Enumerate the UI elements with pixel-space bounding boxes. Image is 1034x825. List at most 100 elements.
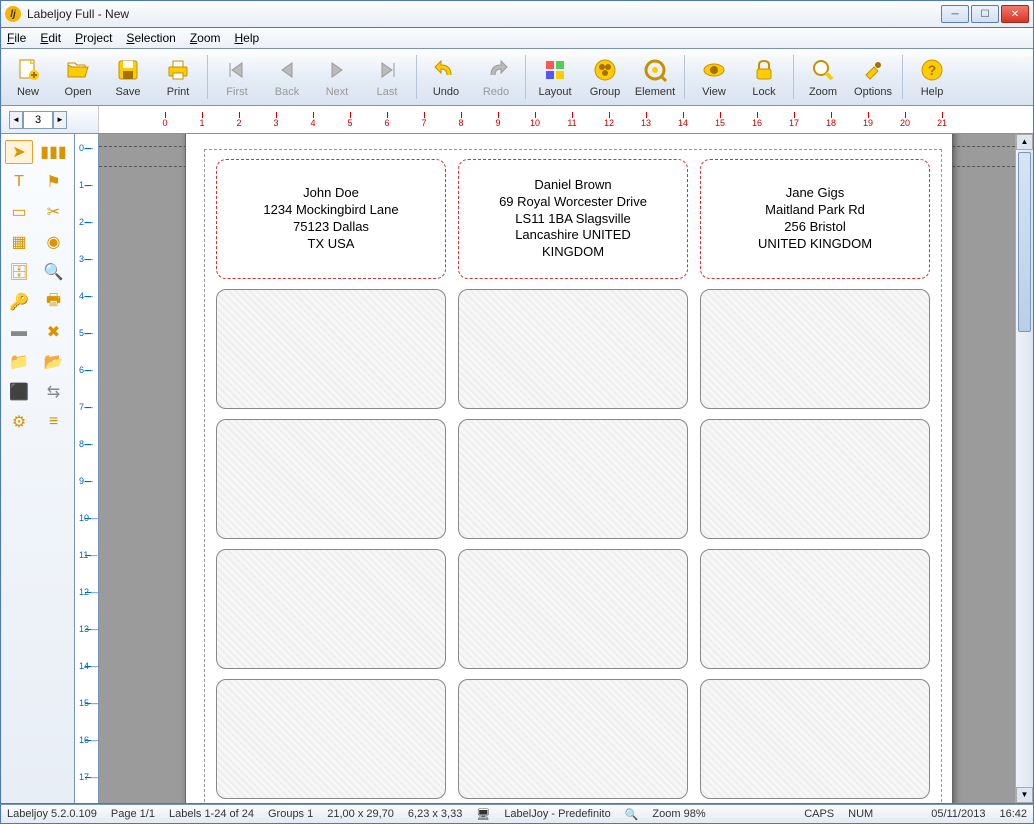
barcode-tool[interactable]: ▮▮▮: [40, 140, 68, 164]
scroll-thumb[interactable]: [1018, 152, 1031, 332]
save-icon: [114, 56, 142, 84]
label-cell-empty[interactable]: [700, 419, 930, 539]
first-label: First: [226, 86, 247, 98]
undo-label: Undo: [433, 86, 459, 98]
label-cell-filled[interactable]: Daniel Brown 69 Royal Worcester Drive LS…: [458, 159, 688, 279]
label-cell-empty[interactable]: [700, 679, 930, 799]
search-tool[interactable]: 🔍: [40, 260, 68, 284]
book-tool[interactable]: 📂: [40, 350, 68, 374]
element-icon: [641, 56, 669, 84]
next-button[interactable]: Next: [312, 51, 362, 103]
label-cell-empty[interactable]: [458, 549, 688, 669]
label-cell-empty[interactable]: [700, 549, 930, 669]
lock-button[interactable]: Lock: [739, 51, 789, 103]
new-button[interactable]: New: [3, 51, 53, 103]
first-icon: [223, 56, 251, 84]
back-label: Back: [275, 86, 299, 98]
close-button[interactable]: ✕: [1001, 5, 1029, 23]
gear-tool[interactable]: ⚙: [5, 410, 33, 434]
first-button[interactable]: First: [212, 51, 262, 103]
status-time: 16:42: [999, 808, 1027, 820]
label-tool[interactable]: ▭: [5, 200, 33, 224]
view-button[interactable]: View: [689, 51, 739, 103]
cylinder-tool[interactable]: ◉: [40, 230, 68, 254]
new-icon: [14, 56, 42, 84]
scroll-down-button[interactable]: ▼: [1016, 787, 1033, 803]
status-version: Labeljoy 5.2.0.109: [7, 808, 97, 820]
last-label: Last: [377, 86, 398, 98]
layout-button[interactable]: Layout: [530, 51, 580, 103]
page-prev-arrow[interactable]: ◄: [9, 111, 23, 129]
key-tool[interactable]: 🔑: [5, 290, 33, 314]
status-zoom-icon: 🔍: [625, 808, 639, 821]
tag-tool[interactable]: ⬛: [5, 380, 33, 404]
next-icon: [323, 56, 351, 84]
db-tool[interactable]: 🗄: [5, 260, 33, 284]
group-button[interactable]: Group: [580, 51, 630, 103]
main-toolbar: New Open Save Print First Back Next Last…: [0, 48, 1034, 106]
label-cell-empty[interactable]: [216, 549, 446, 669]
label-cell-filled[interactable]: Jane Gigs Maitland Park Rd 256 Bristol U…: [700, 159, 930, 279]
swap-tool[interactable]: ⇆: [40, 380, 68, 404]
app-icon: lj: [5, 6, 21, 22]
folder-tool[interactable]: 📁: [5, 350, 33, 374]
save-label: Save: [115, 86, 140, 98]
menu-file[interactable]: File: [7, 31, 26, 45]
label-cell-empty[interactable]: [216, 679, 446, 799]
delete-tool[interactable]: ✖: [40, 320, 68, 344]
status-date: 05/11/2013: [931, 808, 985, 820]
align-tool[interactable]: ≡: [40, 410, 68, 434]
label-cell-empty[interactable]: [458, 289, 688, 409]
text-tool[interactable]: T: [5, 170, 33, 194]
maximize-button[interactable]: ☐: [971, 5, 999, 23]
page-next-arrow[interactable]: ►: [53, 111, 67, 129]
menu-project[interactable]: Project: [75, 31, 112, 45]
menu-zoom[interactable]: Zoom: [190, 31, 221, 45]
menu-bar: File Edit Project Selection Zoom Help: [0, 28, 1034, 48]
flag-tool[interactable]: ⚑: [40, 170, 68, 194]
options-label: Options: [854, 86, 892, 98]
scroll-up-button[interactable]: ▲: [1016, 134, 1033, 150]
last-icon: [373, 56, 401, 84]
label-cell-empty[interactable]: [458, 419, 688, 539]
minimize-button[interactable]: ─: [941, 5, 969, 23]
horizontal-ruler: 0123456789101112131415161718192021: [75, 106, 1033, 134]
help-label: Help: [921, 86, 944, 98]
pointer-tool[interactable]: ➤: [5, 140, 33, 164]
zoom-icon: [809, 56, 837, 84]
options-button[interactable]: Options: [848, 51, 898, 103]
vertical-scrollbar[interactable]: ▲ ▼: [1015, 134, 1033, 803]
back-button[interactable]: Back: [262, 51, 312, 103]
page-number-value[interactable]: 3: [23, 111, 53, 129]
group-label: Group: [590, 86, 621, 98]
label-cell-empty[interactable]: [216, 289, 446, 409]
help-button[interactable]: ? Help: [907, 51, 957, 103]
print-button[interactable]: Print: [153, 51, 203, 103]
zoom-button[interactable]: Zoom: [798, 51, 848, 103]
disabled-tool-1[interactable]: ▬: [5, 320, 33, 344]
title-bar: lj Labeljoy Full - New ─ ☐ ✕: [0, 0, 1034, 28]
label-cell-empty[interactable]: [216, 419, 446, 539]
menu-help[interactable]: Help: [235, 31, 260, 45]
save-button[interactable]: Save: [103, 51, 153, 103]
grid-tool[interactable]: ▦: [5, 230, 33, 254]
help-icon: ?: [918, 56, 946, 84]
redo-button[interactable]: Redo: [471, 51, 521, 103]
open-button[interactable]: Open: [53, 51, 103, 103]
undo-button[interactable]: Undo: [421, 51, 471, 103]
status-labels: Labels 1-24 of 24: [169, 808, 254, 820]
label-cell-empty[interactable]: [700, 289, 930, 409]
label-cell-filled[interactable]: John Doe 1234 Mockingbird Lane 75123 Dal…: [216, 159, 446, 279]
element-button[interactable]: Element: [630, 51, 680, 103]
status-profile: LabelJoy - Predefinito: [504, 808, 610, 820]
group-icon: [591, 56, 619, 84]
menu-selection[interactable]: Selection: [126, 31, 175, 45]
label-cell-empty[interactable]: [458, 679, 688, 799]
last-button[interactable]: Last: [362, 51, 412, 103]
canvas-area[interactable]: John Doe 1234 Mockingbird Lane 75123 Dal…: [99, 134, 1015, 803]
menu-edit[interactable]: Edit: [40, 31, 61, 45]
knife-tool[interactable]: ✂: [40, 200, 68, 224]
back-icon: [273, 56, 301, 84]
status-pagesize: 21,00 x 29,70: [327, 808, 394, 820]
print-tool[interactable]: 🖶: [40, 290, 68, 314]
